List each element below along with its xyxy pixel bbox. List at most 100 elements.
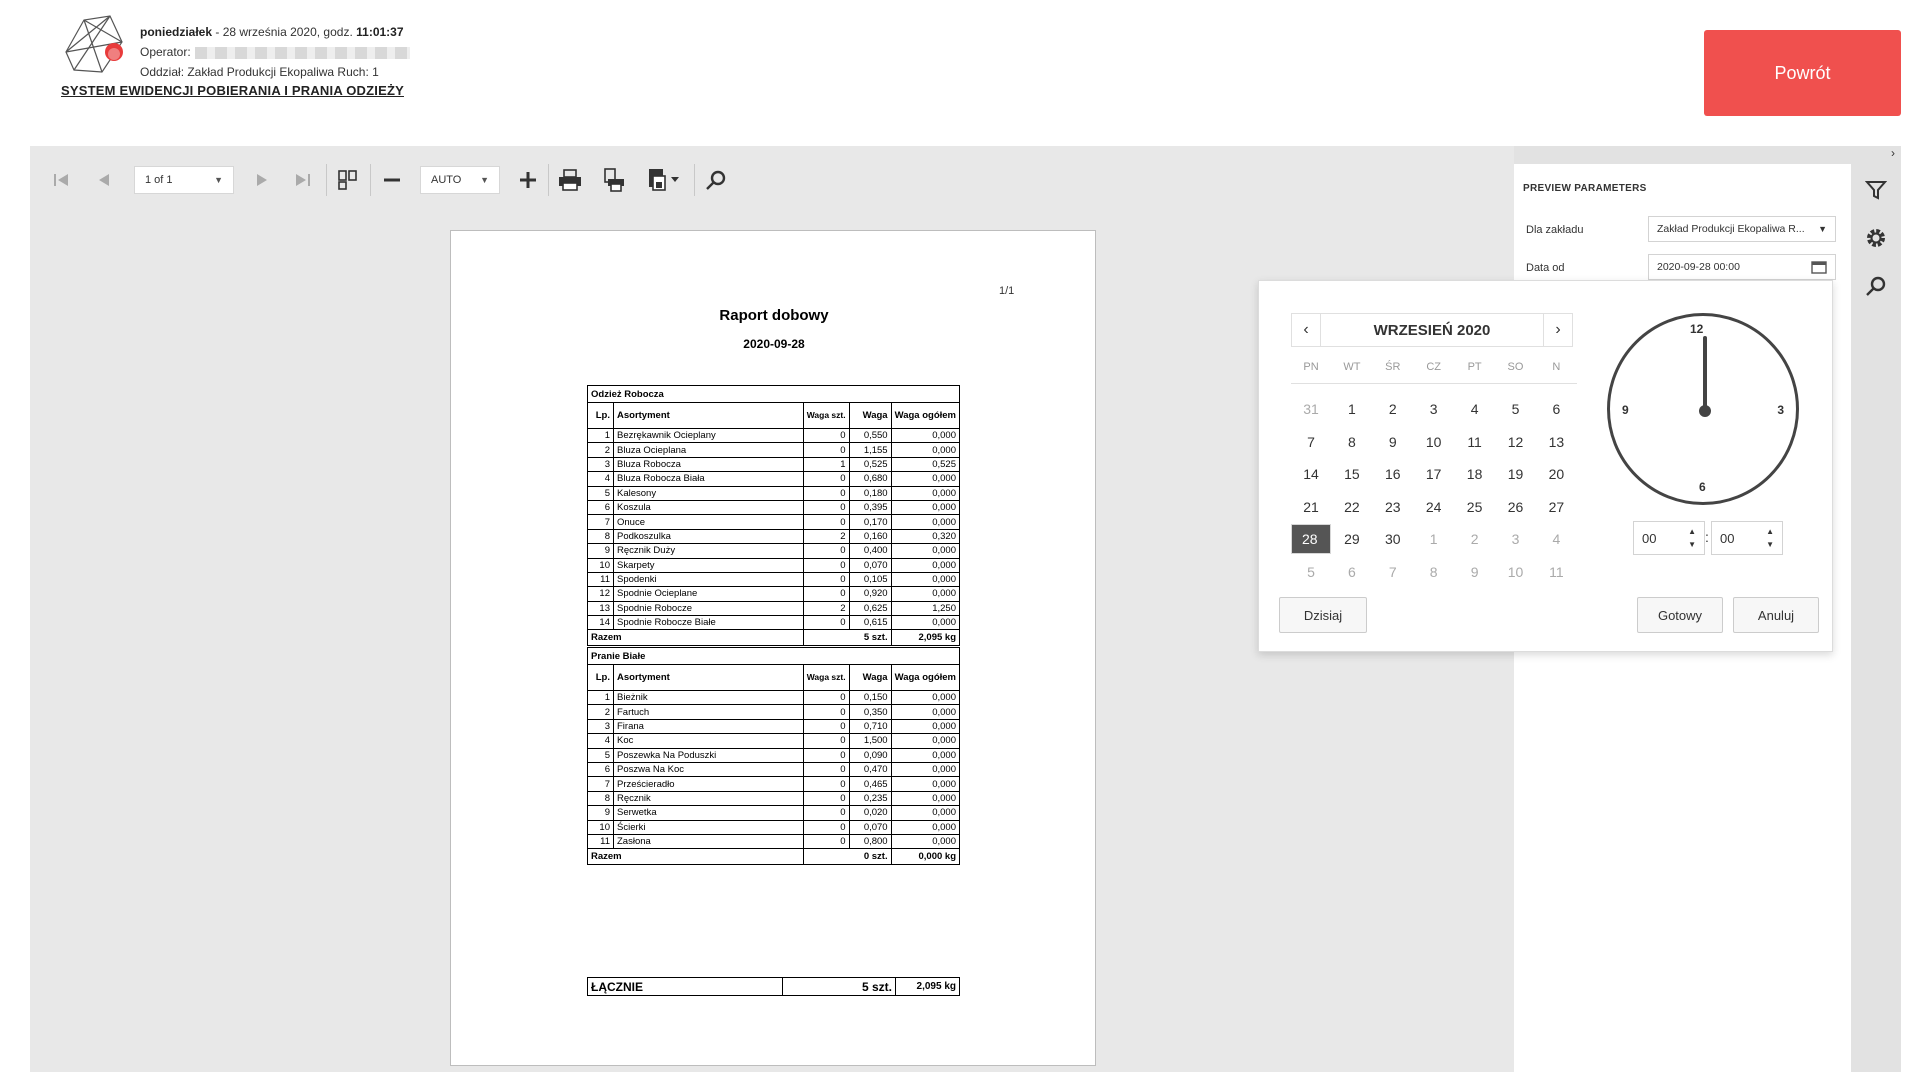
calendar-day[interactable]: 2 <box>1373 394 1413 424</box>
export-icon[interactable] <box>644 166 684 194</box>
calendar-day[interactable]: 3 <box>1496 524 1536 554</box>
next-page-icon[interactable] <box>248 166 276 194</box>
calendar-day[interactable]: 16 <box>1373 459 1413 489</box>
cell-qty: 0 <box>802 571 850 588</box>
first-page-icon[interactable] <box>48 166 76 194</box>
calendar-day[interactable]: 10 <box>1496 557 1536 587</box>
clock-hand[interactable] <box>1703 336 1707 412</box>
cell-total: 0,000 <box>890 776 961 792</box>
search-icon[interactable] <box>1864 274 1888 298</box>
cell-qty: 0 <box>802 819 850 835</box>
calendar-day[interactable]: 23 <box>1373 492 1413 522</box>
calendar-day[interactable]: 7 <box>1291 427 1331 457</box>
calendar-day[interactable]: 1 <box>1332 394 1372 424</box>
table-row: 10 Skarpety 0 0,070 0,000 <box>587 557 961 573</box>
toolbar-divider <box>326 164 327 196</box>
multipage-toggle-icon[interactable] <box>334 166 362 194</box>
cell-weight: 0,350 <box>848 704 892 720</box>
calendar-day[interactable]: 1 <box>1414 524 1454 554</box>
calendar-day[interactable]: 25 <box>1455 492 1495 522</box>
page-selector[interactable]: 1 of 1 ▼ <box>134 166 234 194</box>
calendar-day[interactable]: 26 <box>1496 492 1536 522</box>
minute-input[interactable]: 00 ▲ ▼ <box>1711 521 1783 555</box>
zoom-in-icon[interactable] <box>514 166 542 194</box>
cell-name: Spodenki <box>613 571 804 588</box>
back-button[interactable]: Powrót <box>1704 30 1901 116</box>
calendar-day[interactable]: 3 <box>1414 394 1454 424</box>
calendar-day[interactable]: 5 <box>1496 394 1536 424</box>
calendar-day[interactable]: 4 <box>1455 394 1495 424</box>
calendar-day[interactable]: 14 <box>1291 459 1331 489</box>
calendar-day-selected[interactable]: 28 <box>1291 524 1331 554</box>
calendar-day[interactable]: 30 <box>1373 524 1413 554</box>
arrow-down-icon[interactable]: ▼ <box>1766 538 1774 551</box>
calendar-day[interactable]: 20 <box>1536 459 1576 489</box>
calendar-day[interactable]: 4 <box>1536 524 1576 554</box>
col-header-total: Waga ogółem <box>890 664 961 691</box>
cell-qty: 0 <box>802 499 850 516</box>
system-title-link[interactable]: SYSTEM EWIDENCJI POBIERANIA I PRANIA ODZ… <box>61 83 404 98</box>
department-label: Oddział: Zakład Produkcji Ekopaliwa Ruch… <box>140 65 379 79</box>
cell-lp: 8 <box>587 790 614 807</box>
calendar-day[interactable]: 31 <box>1291 394 1331 424</box>
minute-spinner[interactable]: ▲ ▼ <box>1766 525 1774 551</box>
previous-page-icon[interactable] <box>90 166 118 194</box>
calendar-day[interactable]: 29 <box>1332 524 1372 554</box>
table-row: 5 Poszewka Na Poduszki 0 0,090 0,000 <box>587 747 961 763</box>
print-icon[interactable] <box>556 166 584 194</box>
calendar-day[interactable]: 27 <box>1536 492 1576 522</box>
cell-name: Bluza Robocza Biała <box>613 471 804 487</box>
calendar-day[interactable]: 18 <box>1455 459 1495 489</box>
calendar-day[interactable]: 5 <box>1291 557 1331 587</box>
hour-spinner[interactable]: ▲ ▼ <box>1688 525 1696 551</box>
calendar-day[interactable]: 11 <box>1455 427 1495 457</box>
calendar-day[interactable]: 24 <box>1414 492 1454 522</box>
calendar-day[interactable]: 13 <box>1536 427 1576 457</box>
calendar-day[interactable]: 17 <box>1414 459 1454 489</box>
analog-clock[interactable]: 12 3 6 9 <box>1607 313 1799 505</box>
calendar-day[interactable]: 6 <box>1536 394 1576 424</box>
date-from-input[interactable]: 2020-09-28 00:00 <box>1648 254 1836 280</box>
calendar-day[interactable]: 7 <box>1373 557 1413 587</box>
calendar-day[interactable]: 8 <box>1332 427 1372 457</box>
section-sum-label: Razem <box>587 848 804 866</box>
filter-icon[interactable] <box>1864 178 1888 202</box>
done-button[interactable]: Gotowy <box>1637 597 1723 633</box>
search-icon[interactable] <box>702 166 730 194</box>
hour-input[interactable]: 00 ▲ ▼ <box>1633 521 1705 555</box>
calendar-day[interactable]: 9 <box>1373 427 1413 457</box>
cell-qty: 0 <box>802 586 850 602</box>
calendar-day[interactable]: 10 <box>1414 427 1454 457</box>
collapse-panel-icon[interactable]: › <box>1891 146 1895 160</box>
last-page-icon[interactable] <box>288 166 316 194</box>
plant-select[interactable]: Zakład Produkcji Ekopaliwa R... ▼ <box>1648 216 1836 242</box>
zoom-out-icon[interactable] <box>378 166 406 194</box>
settings-gear-icon[interactable] <box>1864 226 1888 250</box>
arrow-down-icon[interactable]: ▼ <box>1688 538 1696 551</box>
calendar-day[interactable]: 22 <box>1332 492 1372 522</box>
cell-total: 0,320 <box>890 528 961 545</box>
today-button[interactable]: Dzisiaj <box>1279 597 1367 633</box>
calendar-day[interactable]: 2 <box>1455 524 1495 554</box>
cell-lp: 13 <box>587 600 614 617</box>
calendar-day[interactable]: 15 <box>1332 459 1372 489</box>
calendar-day[interactable]: 11 <box>1536 557 1576 587</box>
cancel-button[interactable]: Anuluj <box>1733 597 1819 633</box>
print-page-icon[interactable] <box>600 166 628 194</box>
next-month-button[interactable]: › <box>1544 314 1572 346</box>
calendar-day[interactable]: 8 <box>1414 557 1454 587</box>
prev-month-button[interactable]: ‹ <box>1292 314 1320 346</box>
month-title[interactable]: WRZESIEŃ 2020 <box>1320 314 1544 346</box>
cell-name: Spodnie Robocze <box>613 600 804 617</box>
calendar-day[interactable]: 12 <box>1496 427 1536 457</box>
arrow-up-icon[interactable]: ▲ <box>1766 525 1774 538</box>
cell-name: Prześcieradło <box>613 776 804 792</box>
calendar-day[interactable]: 21 <box>1291 492 1331 522</box>
arrow-up-icon[interactable]: ▲ <box>1688 525 1696 538</box>
date-from-label: Data od <box>1526 262 1565 274</box>
calendar-icon[interactable] <box>1811 260 1827 274</box>
zoom-selector[interactable]: AUTO ▼ <box>420 166 500 194</box>
calendar-day[interactable]: 6 <box>1332 557 1372 587</box>
calendar-day[interactable]: 19 <box>1496 459 1536 489</box>
calendar-day[interactable]: 9 <box>1455 557 1495 587</box>
